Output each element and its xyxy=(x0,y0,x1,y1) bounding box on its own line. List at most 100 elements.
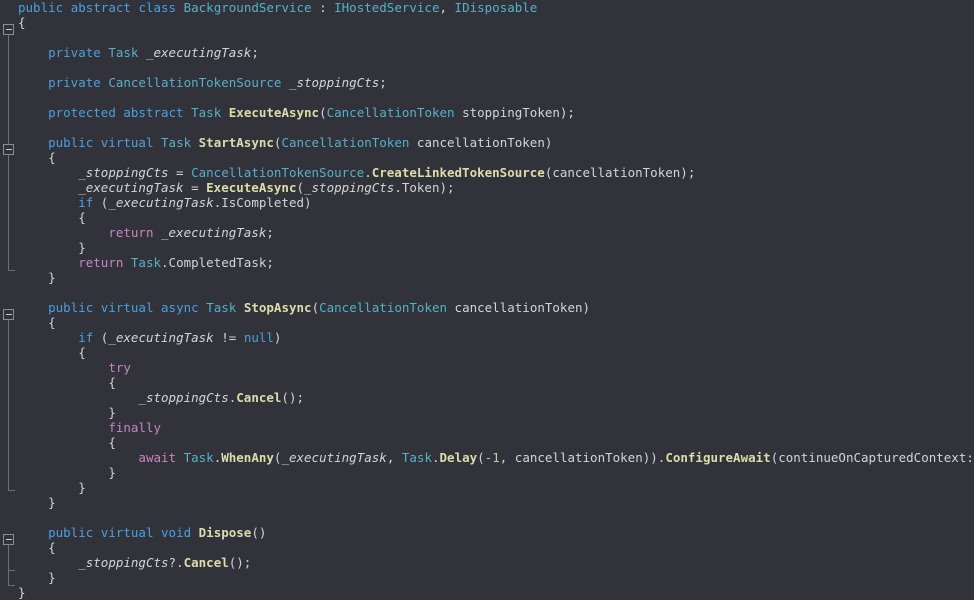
code-token-pln: { xyxy=(18,15,26,30)
code-token-typ: CancellationTokenSource xyxy=(108,75,282,90)
code-line[interactable]: _stoppingCts = CancellationTokenSource.C… xyxy=(0,165,974,180)
code-token-typ: CancellationTokenSource xyxy=(191,165,365,180)
code-line[interactable]: _stoppingCts.Cancel(); xyxy=(0,390,974,405)
code-line[interactable]: private CancellationTokenSource _stoppin… xyxy=(0,75,974,90)
code-token-pln: (); xyxy=(228,555,252,570)
code-line[interactable]: } xyxy=(0,270,974,285)
code-line[interactable]: if (_executingTask != null) xyxy=(0,330,974,345)
code-line[interactable]: } xyxy=(0,240,974,255)
code-token-pln: = xyxy=(168,165,192,180)
code-line[interactable]: public virtual async Task StopAsync(Canc… xyxy=(0,300,974,315)
code-token-pln xyxy=(138,45,146,60)
code-token-typ: Task xyxy=(161,135,192,150)
code-line[interactable]: if (_executingTask.IsCompleted) xyxy=(0,195,974,210)
code-token-pln: != xyxy=(213,330,244,345)
code-line[interactable]: } xyxy=(0,570,974,585)
code-line[interactable]: protected abstract Task ExecuteAsync(Can… xyxy=(0,105,974,120)
code-token-ctl: await xyxy=(138,450,177,465)
code-token-mth: Delay xyxy=(439,450,478,465)
code-token-pln xyxy=(63,0,71,15)
code-line[interactable]: { xyxy=(0,375,974,390)
code-line[interactable]: try xyxy=(0,360,974,375)
code-token-mth: Cancel xyxy=(183,555,229,570)
code-token-mth: ExecuteAsync xyxy=(228,105,320,120)
code-token-pln: { xyxy=(108,435,116,450)
code-line[interactable]: { xyxy=(0,150,974,165)
code-token-pln xyxy=(191,525,199,540)
code-line[interactable]: { xyxy=(0,435,974,450)
code-token-pln xyxy=(153,225,161,240)
code-token-pln: { xyxy=(78,210,86,225)
code-token-fld: _stoppingCts xyxy=(78,555,169,570)
code-token-kw: protected xyxy=(48,105,116,120)
code-token-pln xyxy=(176,0,184,15)
code-token-kw: null xyxy=(243,330,274,345)
code-token-ctl: return xyxy=(78,255,124,270)
code-line[interactable]: { xyxy=(0,315,974,330)
code-line[interactable]: public virtual Task StartAsync(Cancellat… xyxy=(0,135,974,150)
code-line[interactable] xyxy=(0,60,974,75)
code-token-pln: ; xyxy=(251,45,259,60)
code-token-kw: private xyxy=(48,45,101,60)
code-token-pln: (); xyxy=(281,390,304,405)
code-token-pln xyxy=(153,525,161,540)
code-token-pln: cancellationToken) xyxy=(409,135,553,150)
code-line[interactable]: _executingTask = ExecuteAsync(_stoppingC… xyxy=(0,180,974,195)
code-token-pln: (continueOnCapturedContext: xyxy=(770,450,974,465)
code-token-typ: Task xyxy=(183,450,214,465)
code-token-pln: .IsCompleted) xyxy=(213,195,312,210)
code-token-kw: public xyxy=(48,135,94,150)
code-token-mth: WhenAny xyxy=(221,450,274,465)
code-line[interactable]: return Task.CompletedTask; xyxy=(0,255,974,270)
code-line[interactable] xyxy=(0,90,974,105)
code-line[interactable]: } xyxy=(0,405,974,420)
code-token-pln: , xyxy=(386,450,402,465)
code-token-pln: } xyxy=(108,465,116,480)
code-token-mth: ExecuteAsync xyxy=(206,180,297,195)
code-token-pln: } xyxy=(78,240,86,255)
code-token-pln: } xyxy=(18,585,26,600)
code-line[interactable]: { xyxy=(0,15,974,30)
code-line[interactable] xyxy=(0,30,974,45)
code-token-pln: . xyxy=(431,450,440,465)
code-editor[interactable]: public abstract class BackgroundService … xyxy=(0,0,974,600)
code-line[interactable]: } xyxy=(0,465,974,480)
code-token-kw: public xyxy=(48,300,94,315)
code-line[interactable]: } xyxy=(0,495,974,510)
code-line[interactable]: public abstract class BackgroundService … xyxy=(0,0,974,15)
code-line[interactable]: } xyxy=(0,585,974,600)
code-line[interactable]: { xyxy=(0,345,974,360)
code-token-fld: _executingTask xyxy=(161,225,267,240)
code-line[interactable]: return _executingTask; xyxy=(0,225,974,240)
code-token-kw: private xyxy=(48,75,101,90)
code-token-typ: Task xyxy=(206,300,237,315)
code-token-mth: Cancel xyxy=(236,390,282,405)
code-line[interactable]: { xyxy=(0,210,974,225)
code-line[interactable]: _stoppingCts?.Cancel(); xyxy=(0,555,974,570)
code-line[interactable]: private Task _executingTask; xyxy=(0,45,974,60)
code-line[interactable]: public virtual void Dispose() xyxy=(0,525,974,540)
code-token-pln xyxy=(93,525,101,540)
code-token-pln: , xyxy=(439,0,455,15)
code-surface[interactable]: public abstract class BackgroundService … xyxy=(0,0,974,600)
code-token-kw: virtual xyxy=(100,525,154,540)
code-line[interactable] xyxy=(0,510,974,525)
code-line[interactable] xyxy=(0,285,974,300)
code-line[interactable]: { xyxy=(0,540,974,555)
code-line[interactable]: await Task.WhenAny(_executingTask, Task.… xyxy=(0,450,974,465)
code-token-kw: void xyxy=(161,525,192,540)
code-line[interactable]: finally xyxy=(0,420,974,435)
code-line[interactable] xyxy=(0,120,974,135)
code-token-pln: cancellationToken) xyxy=(447,300,591,315)
code-line[interactable]: } xyxy=(0,480,974,495)
code-token-kw: if xyxy=(78,330,94,345)
code-token-pln: ( xyxy=(93,330,109,345)
code-token-num: -1 xyxy=(484,450,500,465)
